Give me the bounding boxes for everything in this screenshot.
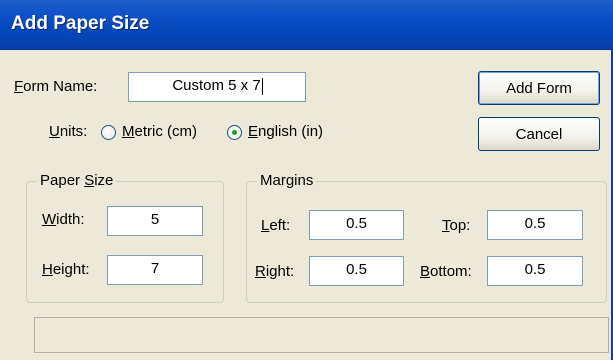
english-radio[interactable]: [227, 125, 242, 140]
title-bar[interactable]: Add Paper Size: [0, 0, 613, 50]
width-label: Width:: [42, 211, 85, 228]
bottom-margin-input[interactable]: 0.5: [487, 256, 583, 286]
width-input[interactable]: 5: [107, 206, 203, 236]
metric-radio[interactable]: [101, 125, 116, 140]
form-name-input[interactable]: Custom 5 x 7: [128, 72, 306, 102]
height-label: Height:: [42, 261, 90, 278]
left-margin-label: Left:: [261, 217, 291, 234]
top-margin-input[interactable]: 0.5: [487, 210, 583, 240]
paper-size-legend: Paper Size: [37, 172, 117, 189]
units-label: Units:: [49, 123, 88, 140]
metric-radio-label[interactable]: Metric (cm): [122, 123, 197, 140]
margins-legend: Margins: [257, 172, 317, 189]
window-title: Add Paper Size: [11, 13, 150, 34]
height-input[interactable]: 7: [107, 255, 203, 285]
english-radio-label[interactable]: English (in): [248, 123, 323, 140]
top-margin-label: Top:: [442, 217, 471, 234]
add-form-button[interactable]: Add Form: [478, 71, 600, 105]
form-name-label: Form Name:: [14, 78, 98, 95]
text-cursor: [261, 77, 263, 95]
bottom-margin-label: Bottom:: [420, 263, 472, 280]
radio-selected-dot: [232, 130, 237, 135]
status-bar: [34, 317, 609, 353]
left-margin-input[interactable]: 0.5: [309, 210, 404, 240]
dialog-body: Form Name: Custom 5 x 7 Units: Metric (c…: [0, 50, 613, 360]
right-margin-input[interactable]: 0.5: [309, 256, 404, 286]
right-margin-label: Right:: [255, 263, 295, 280]
cancel-button[interactable]: Cancel: [478, 117, 600, 151]
